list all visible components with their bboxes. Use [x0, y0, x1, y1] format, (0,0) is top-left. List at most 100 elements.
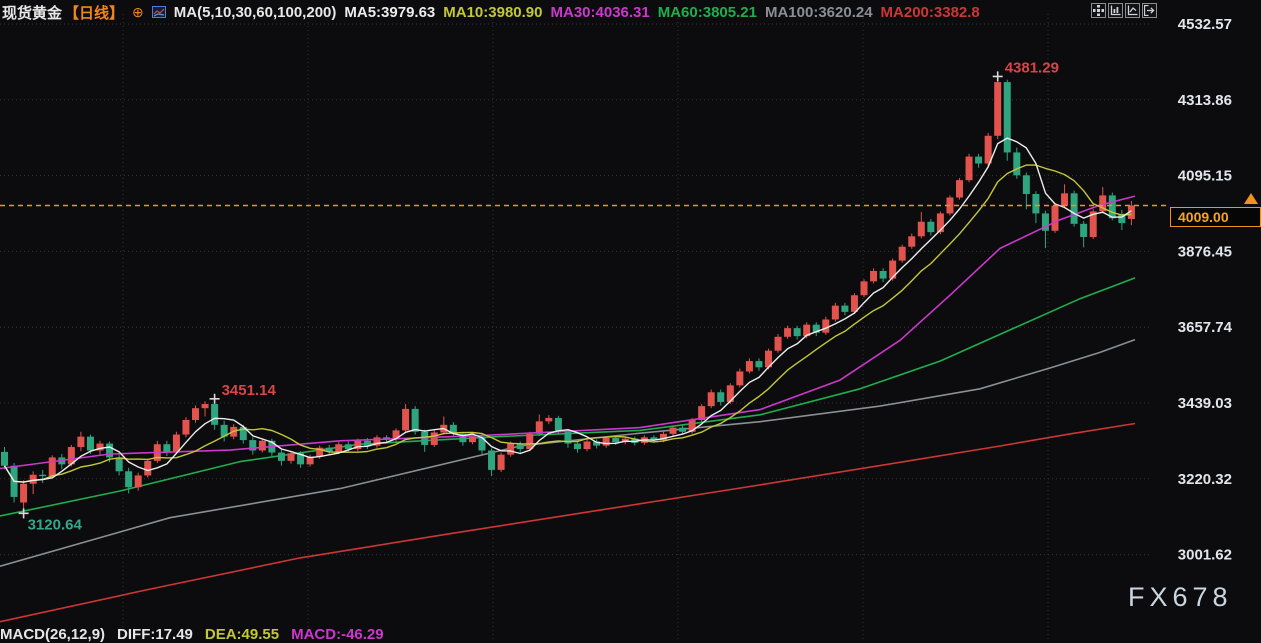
candle — [841, 305, 849, 312]
axis-price-label: 3876.45 — [1178, 243, 1232, 260]
chart-toolbar — [1091, 3, 1157, 18]
candle — [1032, 194, 1040, 214]
indicator-pane-icon[interactable] — [1108, 3, 1123, 18]
candle — [277, 452, 285, 461]
candle — [192, 408, 199, 420]
extreme-cross-icon — [992, 71, 1003, 82]
candle — [889, 260, 897, 279]
candle — [430, 432, 438, 445]
candle — [917, 221, 925, 237]
candle — [612, 438, 620, 443]
candlestick-chart[interactable]: 4381.29 3451.14 3120.64 4532.57 4313.86 4095.… — [0, 0, 1261, 639]
crosshair-move-icon[interactable] — [1091, 3, 1106, 18]
candle — [545, 417, 553, 422]
watermark: FX678 — [1128, 582, 1233, 612]
candle — [822, 319, 830, 333]
candle — [497, 454, 505, 470]
ma100-value: MA100:3620.24 — [764, 3, 873, 21]
candle — [115, 457, 123, 472]
candle — [755, 361, 763, 368]
candle — [29, 474, 37, 484]
candle — [736, 371, 744, 386]
price-annotation: 3451.14 — [222, 382, 277, 399]
share-icon[interactable] — [1142, 3, 1157, 18]
ma60-value: MA60:3805.21 — [657, 3, 757, 21]
candle — [106, 443, 114, 458]
candle — [125, 471, 133, 488]
symbol-title: 现货黄金 — [2, 4, 63, 22]
candle — [287, 453, 295, 461]
axis-price-label: 3001.62 — [1178, 547, 1232, 564]
expand-icon[interactable]: ⊕ — [132, 5, 144, 19]
candle — [745, 361, 753, 372]
candle — [774, 336, 782, 351]
candle — [48, 457, 56, 477]
candle — [908, 236, 916, 247]
candle — [994, 82, 1002, 136]
mini-chart-icon — [151, 6, 166, 18]
candle — [478, 436, 486, 451]
candle — [870, 270, 878, 282]
candle — [574, 443, 581, 450]
candle — [707, 392, 715, 407]
candle — [1061, 193, 1069, 206]
candle — [39, 474, 47, 477]
candle — [1108, 195, 1116, 219]
period-label: 【日线】 — [64, 4, 125, 22]
ma100-line — [0, 338, 1136, 567]
macd-indicator-bar: MACD(26,12,9) DIFF:17.49 DEA:49.55 MACD:… — [0, 626, 384, 643]
ma30-value: MA30:4036.31 — [550, 3, 650, 21]
candle — [554, 417, 562, 432]
candle — [831, 305, 839, 320]
candle — [965, 156, 973, 181]
candle — [211, 404, 219, 425]
candle — [879, 270, 887, 279]
candle — [717, 392, 725, 402]
macd-dea-value: DEA:49.55 — [204, 626, 280, 643]
candle — [507, 443, 515, 455]
price-up-arrow-icon — [1244, 193, 1258, 204]
axis-price-label: 3439.03 — [1178, 395, 1232, 412]
macd-diff-value: DIFF:17.49 — [117, 626, 193, 643]
candle — [402, 408, 410, 431]
candle — [850, 295, 858, 312]
candle — [335, 444, 343, 452]
candle — [144, 460, 152, 476]
extreme-cross-icon — [209, 393, 220, 404]
chart-legend-bar: 现货黄金 【日线】 ⊕ MA(5,10,30,60,100,200) MA5:3… — [0, 0, 980, 24]
candle — [134, 475, 142, 488]
candle — [1003, 82, 1011, 153]
candle — [1070, 193, 1078, 224]
axis-price-label: 4095.15 — [1178, 168, 1232, 185]
candle — [669, 427, 677, 434]
axis-pane-icon[interactable] — [1125, 3, 1140, 18]
current-price-tag: 4009.00 — [1170, 207, 1261, 227]
candle — [956, 180, 963, 198]
candle — [201, 404, 209, 409]
candle — [488, 450, 496, 470]
candle — [602, 438, 610, 446]
candle — [1051, 205, 1059, 231]
axis-price-label: 3657.74 — [1178, 319, 1233, 336]
axis-price-label: 3220.32 — [1178, 471, 1232, 488]
candle — [77, 436, 85, 448]
candle — [182, 419, 190, 435]
candle — [1013, 152, 1021, 176]
price-annotation: 4381.29 — [1005, 59, 1059, 76]
price-annotation: 3120.64 — [28, 516, 83, 533]
candle — [172, 434, 180, 452]
candle — [784, 328, 792, 337]
candle — [1, 451, 8, 466]
ma200-line — [0, 422, 1136, 623]
candle — [258, 440, 266, 451]
candle — [583, 441, 591, 450]
candle — [86, 436, 94, 451]
candle — [927, 221, 935, 233]
current-price-value: 4009.00 — [1178, 209, 1229, 225]
candle — [1022, 175, 1030, 195]
candle — [20, 483, 28, 503]
ma60-line — [0, 277, 1136, 517]
candle — [411, 408, 419, 432]
candle — [468, 436, 476, 443]
candle — [1080, 223, 1088, 237]
